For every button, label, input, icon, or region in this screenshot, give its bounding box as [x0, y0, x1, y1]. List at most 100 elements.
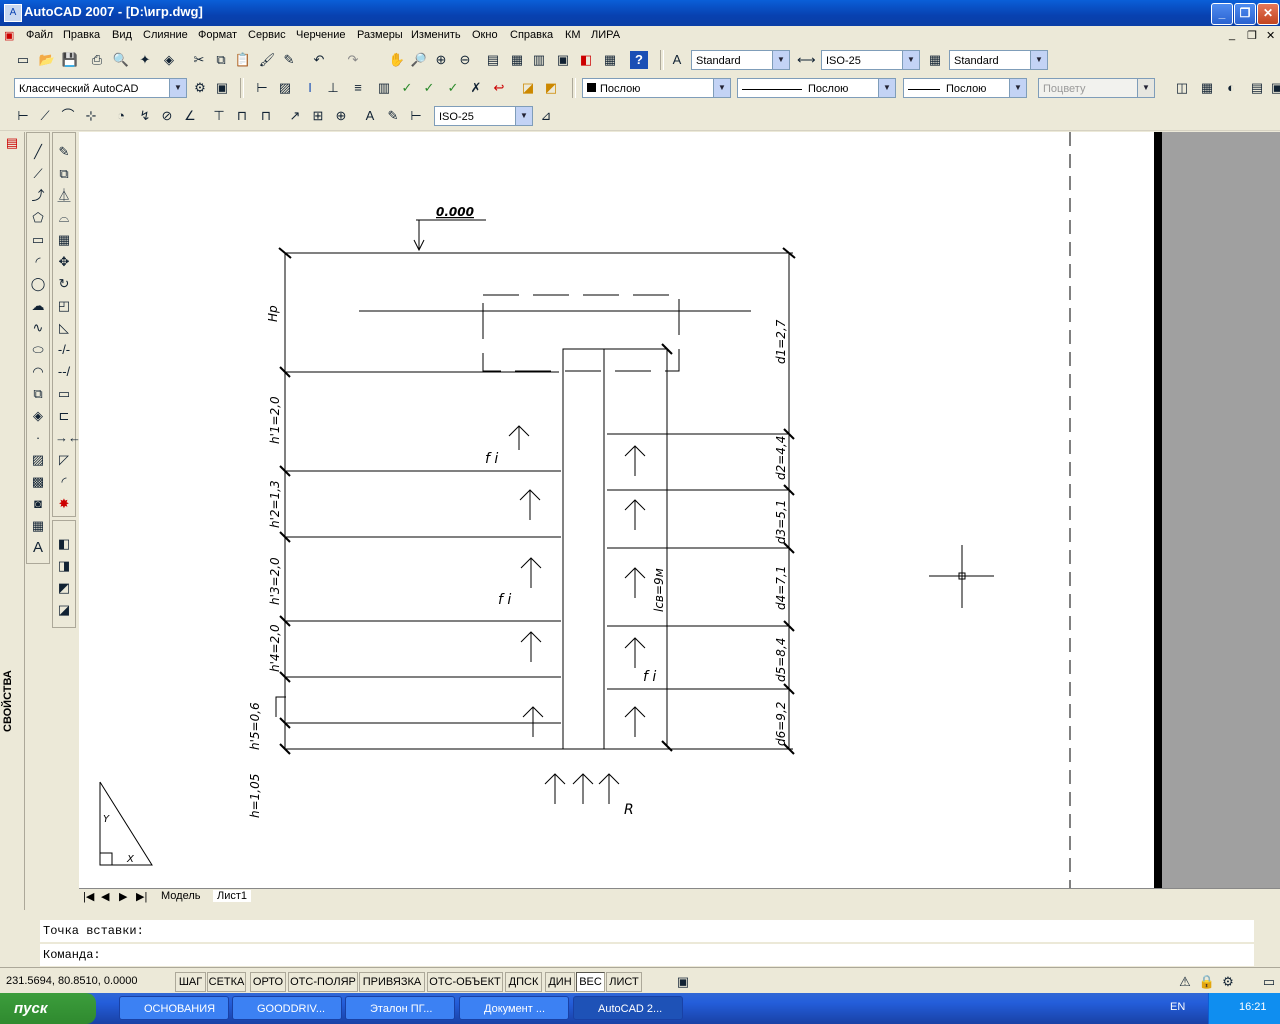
- tool-palettes-icon[interactable]: ▥: [530, 51, 548, 69]
- comm-center-icon[interactable]: ⚠: [1176, 973, 1194, 991]
- close-button[interactable]: ✕: [1257, 3, 1279, 25]
- task-etalon[interactable]: Эталон ПГ...: [345, 996, 455, 1020]
- tool-d-icon[interactable]: ✗: [467, 79, 485, 97]
- dim-continue-icon[interactable]: ⊓: [257, 107, 275, 125]
- zoom-realtime-icon[interactable]: 🔎: [410, 51, 428, 69]
- ortho-button[interactable]: ОРТО: [250, 972, 286, 992]
- task-autocad[interactable]: AutoCAD 2...: [573, 996, 683, 1020]
- minimize-button[interactable]: _: [1211, 3, 1233, 25]
- menu-dimensions[interactable]: Размеры: [357, 29, 403, 41]
- zoom-window-icon[interactable]: ⊕: [432, 51, 450, 69]
- ellipse-icon[interactable]: ⬭: [29, 341, 47, 359]
- copy-icon[interactable]: ⧉: [212, 51, 230, 69]
- tool-c-icon[interactable]: ✓: [444, 79, 462, 97]
- tool-a-icon[interactable]: ✓: [398, 79, 416, 97]
- dim-style-icon[interactable]: ⟷: [797, 51, 816, 69]
- dim-radius-icon[interactable]: ◔: [112, 107, 130, 125]
- doc-restore-button[interactable]: ❐: [1247, 29, 1257, 42]
- line-icon[interactable]: ╱: [29, 143, 47, 161]
- dim-arc-icon[interactable]: ⌒: [59, 107, 77, 125]
- text-style-select[interactable]: Standard ▼: [691, 50, 790, 70]
- workspace-select[interactable]: Классический AutoCAD ▼: [14, 78, 187, 98]
- polar-button[interactable]: ОТС-ПОЛЯР: [288, 972, 358, 992]
- lwt-button[interactable]: ВЕС: [576, 972, 605, 992]
- tool-h-icon[interactable]: ◫: [1173, 79, 1191, 97]
- tab-next-button[interactable]: ▶: [119, 890, 127, 903]
- properties-icon[interactable]: ▤: [484, 51, 502, 69]
- osnap-button[interactable]: ПРИВЯЗКА: [359, 972, 425, 992]
- help-icon[interactable]: ?: [630, 51, 648, 69]
- tool-e-icon[interactable]: ↩: [490, 79, 508, 97]
- drawing-area[interactable]: 0.000 Hp h'1=2,0 h'2=1,3 h'3=2,0 h'4=2,0…: [79, 132, 1280, 888]
- arc-icon[interactable]: ◜: [29, 253, 47, 271]
- dim-style-select[interactable]: ISO-25 ▼: [821, 50, 920, 70]
- join-icon[interactable]: →←: [55, 429, 81, 447]
- sheet-set-icon[interactable]: ▣: [554, 51, 572, 69]
- tab-layout1[interactable]: Лист1: [213, 890, 252, 902]
- send-back-icon[interactable]: ◨: [55, 557, 73, 575]
- paste-icon[interactable]: 📋: [234, 51, 252, 69]
- chamfer-icon[interactable]: ◸: [55, 451, 73, 469]
- workspace-save-icon[interactable]: ▣: [213, 79, 231, 97]
- dim-style-manager-icon[interactable]: ⊿: [537, 107, 555, 125]
- menu-modify[interactable]: Изменить: [411, 29, 461, 41]
- rectangle-icon[interactable]: ▭: [29, 231, 47, 249]
- maximize-viewport-icon[interactable]: ▣: [674, 973, 692, 991]
- trim-icon[interactable]: -/-: [55, 341, 73, 359]
- mirror-icon[interactable]: ⏅: [55, 187, 73, 205]
- move-icon[interactable]: ✥: [55, 253, 73, 271]
- polygon-icon[interactable]: ⬠: [29, 209, 47, 227]
- center-mark-icon[interactable]: ⊕: [332, 107, 350, 125]
- menu-draw[interactable]: Черчение: [296, 29, 346, 41]
- tool-j-icon[interactable]: ◐: [1222, 79, 1240, 97]
- publish-icon[interactable]: ✦: [136, 51, 154, 69]
- dim-ordinate-icon[interactable]: ⊹: [82, 107, 100, 125]
- quick-dim-icon[interactable]: ⊢: [253, 79, 271, 97]
- menu-lira[interactable]: ЛИРА: [591, 29, 620, 41]
- layer-manager-icon[interactable]: ▥: [375, 79, 393, 97]
- gradient-icon[interactable]: ▩: [29, 473, 47, 491]
- menu-view[interactable]: Вид: [112, 29, 132, 41]
- design-center-icon[interactable]: ▦: [508, 51, 526, 69]
- table-style-icon[interactable]: ▦: [926, 51, 944, 69]
- preview-icon[interactable]: 🔍: [112, 51, 130, 69]
- lineweight-select[interactable]: Послою ▼: [903, 78, 1027, 98]
- spline-icon[interactable]: ∿: [29, 319, 47, 337]
- menu-edit[interactable]: Правка: [63, 29, 100, 41]
- menu-tools[interactable]: Сервис: [248, 29, 286, 41]
- erase-icon[interactable]: ✎: [55, 143, 73, 161]
- make-block-icon[interactable]: ◈: [29, 407, 47, 425]
- maximize-button[interactable]: ❐: [1234, 3, 1256, 25]
- menu-km[interactable]: КМ: [565, 29, 581, 41]
- tab-first-button[interactable]: |◀: [83, 890, 94, 903]
- zoom-previous-icon[interactable]: ⊖: [456, 51, 474, 69]
- text-style-icon[interactable]: A: [668, 51, 686, 69]
- command-prompt[interactable]: Команда:: [40, 944, 1254, 966]
- break-icon[interactable]: ⊏: [55, 407, 73, 425]
- array-icon[interactable]: ▦: [55, 231, 73, 249]
- pan-icon[interactable]: ✋: [388, 51, 406, 69]
- tool-i-icon[interactable]: ▦: [1198, 79, 1216, 97]
- polyline-icon[interactable]: ⤴: [29, 187, 47, 205]
- multiline-text-icon[interactable]: A: [29, 539, 47, 557]
- point-icon[interactable]: ·: [29, 429, 47, 447]
- bring-front-icon[interactable]: ◧: [55, 535, 73, 553]
- match-properties-icon[interactable]: 🖌: [258, 51, 276, 69]
- dyn-button[interactable]: ДИН: [545, 972, 575, 992]
- task-document[interactable]: Документ ...: [459, 996, 569, 1020]
- dim-angular-icon[interactable]: ∠: [181, 107, 199, 125]
- properties-panel-icon[interactable]: ▤: [3, 134, 21, 152]
- dim-aligned-icon[interactable]: ⟋: [36, 107, 54, 125]
- dim-style-select-2[interactable]: ISO-25 ▼: [434, 106, 533, 126]
- send-under-icon[interactable]: ◪: [55, 601, 73, 619]
- open-icon[interactable]: 📂: [38, 51, 56, 69]
- new-icon[interactable]: ▭: [14, 51, 32, 69]
- copy-object-icon[interactable]: ⧉: [55, 165, 73, 183]
- align-icon[interactable]: ≡: [349, 79, 367, 97]
- region-icon[interactable]: ◙: [29, 495, 47, 513]
- rotate-icon[interactable]: ↻: [55, 275, 73, 293]
- tray-settings-icon[interactable]: ⚙: [1219, 973, 1237, 991]
- otrack-button[interactable]: ОТС-ОБЪЕКТ: [427, 972, 503, 992]
- tolerance-icon[interactable]: ⊞: [309, 107, 327, 125]
- doc-close-button[interactable]: ✕: [1266, 29, 1275, 42]
